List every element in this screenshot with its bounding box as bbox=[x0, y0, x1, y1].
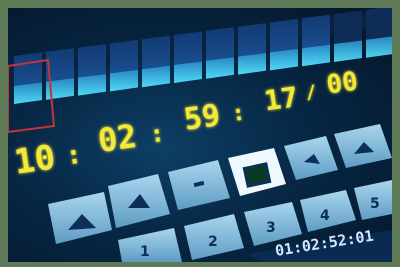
meter-level bbox=[206, 57, 234, 79]
timecode-hours: 10 bbox=[12, 137, 58, 182]
keypad-key-4-label: 4 bbox=[320, 208, 330, 224]
timecode-seconds: 59 bbox=[182, 98, 223, 138]
fast-forward-button[interactable] bbox=[284, 136, 338, 180]
keypad-key-5[interactable]: 5 bbox=[354, 180, 392, 220]
meter-level bbox=[366, 36, 392, 58]
meter-level bbox=[270, 48, 298, 71]
meter-level bbox=[110, 69, 138, 92]
stop-icon bbox=[242, 162, 272, 188]
play-button[interactable] bbox=[168, 160, 230, 210]
rewind-button[interactable] bbox=[108, 174, 170, 228]
timecode-subframes: 00 bbox=[325, 67, 360, 101]
timecode-frames: 17 bbox=[262, 80, 300, 117]
meter-level bbox=[238, 53, 266, 75]
timecode-minutes: 02 bbox=[96, 117, 139, 160]
aux-button[interactable] bbox=[48, 192, 112, 244]
meter-level bbox=[78, 74, 106, 96]
photo-frame: 10 : 02 : 59 : 17 / 00 1 2 3 4 5 01:02:5… bbox=[0, 0, 400, 267]
control-surface: 10 : 02 : 59 : 17 / 00 1 2 3 4 5 01:02:5… bbox=[8, 8, 392, 262]
meter-level bbox=[142, 65, 170, 88]
meter-level bbox=[302, 44, 330, 67]
meter-level bbox=[334, 40, 362, 62]
svg-text::: : bbox=[148, 119, 166, 149]
keypad-key-1-label: 1 bbox=[140, 244, 150, 260]
console-photo: 10 : 02 : 59 : 17 / 00 1 2 3 4 5 01:02:5… bbox=[8, 8, 392, 262]
mark-button[interactable] bbox=[334, 124, 392, 168]
meter-level bbox=[14, 82, 42, 104]
keypad-key-2-label: 2 bbox=[208, 234, 218, 250]
keypad-key-3-label: 3 bbox=[266, 220, 276, 236]
svg-text::: : bbox=[64, 140, 84, 172]
meter-level bbox=[174, 61, 202, 83]
keypad-key-2[interactable]: 2 bbox=[184, 214, 244, 260]
keypad-key-1[interactable]: 1 bbox=[118, 228, 182, 262]
stop-button[interactable] bbox=[228, 148, 286, 196]
svg-text:/: / bbox=[304, 81, 318, 103]
keypad-key-4[interactable]: 4 bbox=[300, 190, 356, 232]
keypad-key-5-label: 5 bbox=[370, 196, 380, 212]
svg-text::: : bbox=[230, 101, 247, 128]
